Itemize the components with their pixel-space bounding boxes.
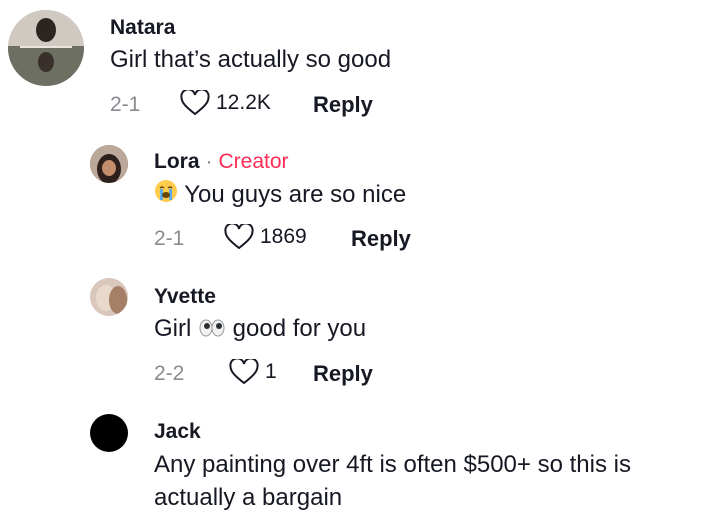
comment-date: 2-1	[154, 227, 185, 250]
like-button[interactable]: 12.2K	[180, 90, 271, 116]
like-button[interactable]: 1	[229, 359, 277, 385]
commenter-name[interactable]: Lora · Creator	[154, 150, 289, 174]
eyes-icon	[198, 313, 226, 347]
comment-date: 2-1	[110, 93, 141, 116]
heart-icon	[180, 90, 210, 116]
like-count: 1869	[260, 225, 307, 248]
loudly-crying-face-icon	[154, 179, 178, 213]
comment-lora: Lora · Creator You guys are so nice 2-1 18…	[0, 140, 724, 270]
heart-icon	[224, 224, 254, 250]
commenter-name[interactable]: Natara	[110, 16, 175, 40]
commenter-name[interactable]: Yvette	[154, 285, 216, 309]
comment-text-line-2: actually a bargain	[154, 484, 343, 511]
comment-yvette: Yvette Girl good for you 2-2 1 Reply	[0, 275, 724, 405]
commenter-name[interactable]: Jack	[154, 420, 201, 444]
comment-text-body: You guys are so nice	[184, 181, 407, 208]
like-count: 12.2K	[216, 91, 271, 114]
creator-badge: Creator	[218, 150, 289, 173]
reply-button[interactable]: Reply	[351, 226, 411, 252]
comment-text: You guys are so nice	[154, 178, 406, 213]
like-count: 1	[265, 360, 277, 383]
comment-text: Girl good for you	[154, 312, 366, 347]
avatar[interactable]	[90, 145, 128, 183]
avatar[interactable]	[90, 278, 128, 316]
comment-text-after: good for you	[232, 315, 367, 342]
reply-button[interactable]: Reply	[313, 92, 373, 118]
reply-button[interactable]: Reply	[313, 361, 373, 387]
comment-text-before: Girl	[154, 315, 192, 342]
comment-natara: Natara Girl that’s actually so good 2-1 …	[0, 0, 724, 130]
like-button[interactable]: 1869	[224, 224, 307, 250]
commenter-name-text[interactable]: Lora	[154, 150, 200, 173]
avatar[interactable]	[8, 10, 84, 86]
avatar[interactable]	[90, 414, 128, 452]
comment-text-line-1: Any painting over 4ft is often $500+ so …	[154, 451, 631, 478]
heart-icon	[229, 359, 259, 385]
separator-dot: ·	[205, 150, 213, 173]
comment-text: Girl that’s actually so good	[110, 46, 392, 73]
comment-jack: Jack Any painting over 4ft is often $500…	[0, 410, 724, 518]
comment-date: 2-2	[154, 362, 185, 385]
